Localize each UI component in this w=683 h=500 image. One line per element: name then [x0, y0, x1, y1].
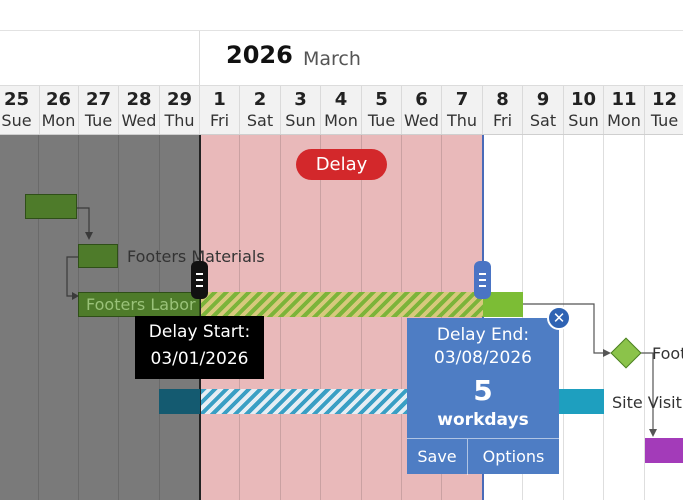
- year-label: 2026: [226, 41, 293, 69]
- delay-start-handle[interactable]: [191, 261, 208, 299]
- day-number: 3: [294, 89, 307, 110]
- day-number: 6: [415, 89, 428, 110]
- grip-line: [479, 285, 486, 287]
- month-divider: [199, 31, 200, 85]
- day-weekday: Tue: [367, 111, 396, 130]
- task-label-footers-partial: Foot: [652, 344, 683, 363]
- day-cell[interactable]: 29 Thu: [160, 86, 200, 134]
- close-icon[interactable]: ✕: [547, 306, 571, 330]
- day-cell[interactable]: 3 Sun: [281, 86, 321, 134]
- delay-start-label: Delay Start:: [148, 322, 251, 342]
- day-weekday: Sat: [246, 111, 274, 130]
- top-toolbar: [0, 0, 683, 31]
- grip-line: [196, 285, 203, 287]
- grip-line: [479, 273, 486, 275]
- day-cell[interactable]: 8 Fri: [483, 86, 523, 134]
- day-cell[interactable]: 27 Tue: [79, 86, 119, 134]
- day-weekday: Fri: [209, 111, 230, 130]
- day-weekday: Mon: [607, 111, 641, 130]
- options-button[interactable]: Options: [468, 439, 559, 475]
- day-cell[interactable]: 9 Sat: [523, 86, 564, 134]
- task-label-footers-labor: Footers Labor: [86, 295, 196, 314]
- day-cell[interactable]: 28 Wed: [119, 86, 160, 134]
- day-cell[interactable]: 1 Fri: [200, 86, 240, 134]
- delay-end-date: 03/08/2026: [434, 348, 532, 368]
- month-label: March: [303, 48, 361, 70]
- delay-start-date: 03/01/2026: [150, 349, 249, 369]
- grip-line: [196, 279, 203, 281]
- day-number: 5: [375, 89, 388, 110]
- task-bar-purple[interactable]: [645, 438, 683, 463]
- gantt-grid[interactable]: Delay Footers Materials Footers Labor Si…: [0, 135, 683, 500]
- day-weekday: Fri: [492, 111, 513, 130]
- day-weekday: Sat: [529, 111, 557, 130]
- day-cell[interactable]: 5 Tue: [362, 86, 402, 134]
- day-weekday: Mon: [324, 111, 358, 130]
- dependency-arrows: [66, 207, 657, 437]
- day-weekday: Tue: [650, 111, 679, 130]
- day-number: 1: [213, 89, 226, 110]
- day-number: 9: [536, 89, 550, 110]
- day-cell[interactable]: 12 Tue: [645, 86, 683, 134]
- day-number: 27: [85, 89, 112, 110]
- day-number: 29: [166, 89, 193, 110]
- delay-start-tooltip: Delay Start: 03/01/2026: [135, 316, 264, 379]
- delay-end-label: Delay End:: [436, 325, 530, 345]
- day-number: 10: [570, 89, 597, 110]
- day-cell[interactable]: 2 Sat: [240, 86, 281, 134]
- delay-badge[interactable]: Delay: [296, 149, 387, 180]
- day-cell[interactable]: 11 Mon: [604, 86, 645, 134]
- task-bar-footers-materials[interactable]: [78, 244, 118, 268]
- day-number: 7: [455, 89, 469, 110]
- day-weekday: Wed: [121, 111, 157, 130]
- day-weekday: Thu: [446, 111, 478, 130]
- day-weekday: Tue: [84, 111, 113, 130]
- task-bar-site-visit-start[interactable]: [159, 389, 200, 414]
- day-number: 25: [3, 89, 30, 110]
- grip-line: [196, 273, 203, 275]
- day-cell[interactable]: 4 Mon: [321, 86, 362, 134]
- day-weekday: Sue: [1, 111, 32, 130]
- day-number: 2: [253, 89, 267, 110]
- day-cell[interactable]: 7 Thu: [442, 86, 483, 134]
- day-number: 28: [126, 89, 152, 110]
- day-number: 4: [334, 89, 348, 110]
- popup-button-row: Save Options: [407, 438, 559, 475]
- day-cell[interactable]: 26 Mon: [39, 86, 79, 134]
- day-weekday: Sun: [285, 111, 316, 130]
- task-label-site-visit: Site Visit: [612, 393, 682, 412]
- day-number: 26: [45, 89, 72, 110]
- save-button[interactable]: Save: [407, 439, 468, 475]
- task-bar-site-prep[interactable]: [25, 194, 77, 219]
- grip-line: [479, 279, 486, 281]
- day-number: 11: [611, 89, 637, 110]
- day-weekday: Sun: [568, 111, 599, 130]
- day-cell[interactable]: 10 Sun: [564, 86, 604, 134]
- day-cell[interactable]: 25 Sue: [0, 86, 40, 134]
- day-weekday: Mon: [41, 111, 76, 130]
- delay-end-popup: Delay End: 03/08/2026 5 workdays Save Op…: [407, 318, 559, 475]
- delay-end-handle[interactable]: [474, 261, 491, 299]
- task-bar-footers-labor-delayed[interactable]: [201, 292, 483, 317]
- day-number: 8: [496, 89, 509, 110]
- day-number: 12: [651, 89, 678, 110]
- day-weekday: Wed: [404, 111, 439, 130]
- day-cell[interactable]: 6 Wed: [402, 86, 442, 134]
- day-weekday: Thu: [164, 111, 195, 130]
- day-header: 25 Sue 26 Mon 27 Tue 28 Wed 29 Thu 1 Fri…: [0, 86, 683, 135]
- delay-workday-count: 5: [473, 374, 493, 407]
- delay-workday-unit: workdays: [437, 410, 529, 430]
